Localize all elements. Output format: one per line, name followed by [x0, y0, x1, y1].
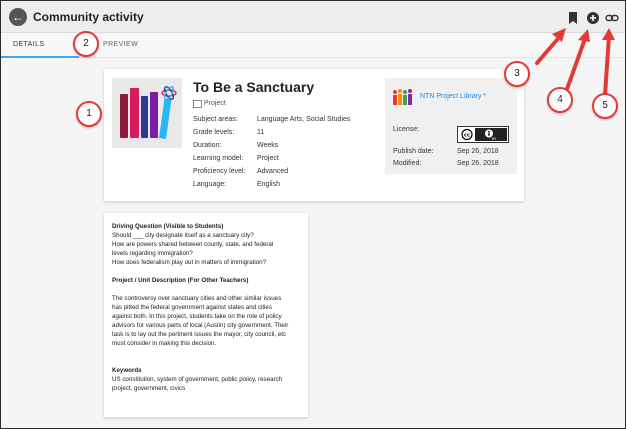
modified-label: Modified: [393, 160, 422, 167]
callout-3: 3 [504, 61, 530, 87]
arrow-left-icon[interactable]: ← [9, 8, 27, 26]
app-window: ← Community activity DETAILS PREVIEW To … [1, 1, 625, 428]
field-label: Learning model: [193, 155, 244, 162]
bookmark-icon[interactable] [566, 11, 580, 25]
field-label: Subject areas: [193, 116, 238, 123]
field-value: Advanced [257, 168, 289, 175]
project-description-line: The controversy over sanctuary cities an… [112, 295, 282, 302]
library-logo-icon [393, 89, 412, 105]
tab-details[interactable]: DETAILS [13, 41, 44, 48]
driving-question-line: How are powers shared between county, st… [112, 241, 274, 248]
field-value: English [257, 181, 280, 188]
active-tab-indicator [1, 56, 79, 58]
tab-preview[interactable]: PREVIEW [103, 41, 138, 48]
keywords-line: US constitution, system of government, p… [112, 376, 283, 383]
project-description-line: must consider in making this decision. [112, 340, 217, 347]
project-description-line: has pitted the federal government agains… [112, 304, 272, 311]
callout-1: 1 [76, 101, 102, 127]
library-link[interactable]: NTN Project Library * [420, 93, 486, 100]
field-value: Language Arts, Social Studies [257, 116, 351, 123]
page-title: Community activity [33, 10, 144, 24]
field-value: Project [257, 155, 279, 162]
library-panel: NTN Project Library * License: cc BY Pub… [385, 78, 517, 174]
keywords-heading: Keywords [112, 367, 142, 374]
field-value: Weeks [257, 142, 279, 149]
project-description-heading: Project / Unit Description (For Other Te… [112, 277, 249, 284]
callout-5: 5 [592, 93, 618, 119]
driving-question-line: Should ___ city designate itself as a sa… [112, 232, 254, 239]
resource-type: Project [204, 100, 226, 107]
driving-question-heading: Driving Question (Visible to Students) [112, 223, 224, 230]
cc-by-icon: cc [459, 128, 507, 141]
field-label: Language: [193, 181, 227, 188]
field-label: Grade levels: [193, 129, 235, 136]
atom-icon [161, 86, 177, 100]
link-icon[interactable] [605, 11, 619, 25]
keywords-line: project, government, civics [112, 385, 186, 392]
top-app-bar: ← Community activity [1, 1, 625, 33]
resource-thumbnail [112, 78, 182, 148]
modified-date: Sep 26, 2018 [457, 160, 499, 167]
callout-4: 4 [547, 87, 573, 113]
field-label: Duration: [193, 142, 222, 149]
field-label: Proficiency level: [193, 168, 246, 175]
project-description-line: task is to lay out the pertinent issues … [112, 331, 287, 338]
resource-title: To Be a Sanctuary [193, 79, 315, 95]
resource-card: To Be a Sanctuary Project Subject areas:… [104, 69, 524, 201]
driving-question-line: levels regarding immigration? [112, 250, 193, 257]
field-value: 11 [257, 129, 265, 136]
project-type-icon [193, 100, 202, 108]
publish-date: Sep 26, 2018 [457, 148, 499, 155]
cc-badge-text: BY [492, 137, 497, 141]
callout-2: 2 [73, 31, 99, 57]
description-card: Driving Question (Visible to Students) S… [104, 213, 308, 417]
project-description-line: against both. In this project, students … [112, 313, 282, 320]
add-circle-icon[interactable] [586, 11, 600, 25]
driving-question-line: How does federalism play out in matters … [112, 259, 267, 266]
svg-text:cc: cc [464, 133, 470, 139]
publish-label: Publish date: [393, 148, 434, 155]
cc-license-badge[interactable]: cc BY [457, 126, 509, 143]
project-description-line: advisors for various parts of local (Aus… [112, 322, 289, 329]
license-label: License: [393, 126, 420, 133]
